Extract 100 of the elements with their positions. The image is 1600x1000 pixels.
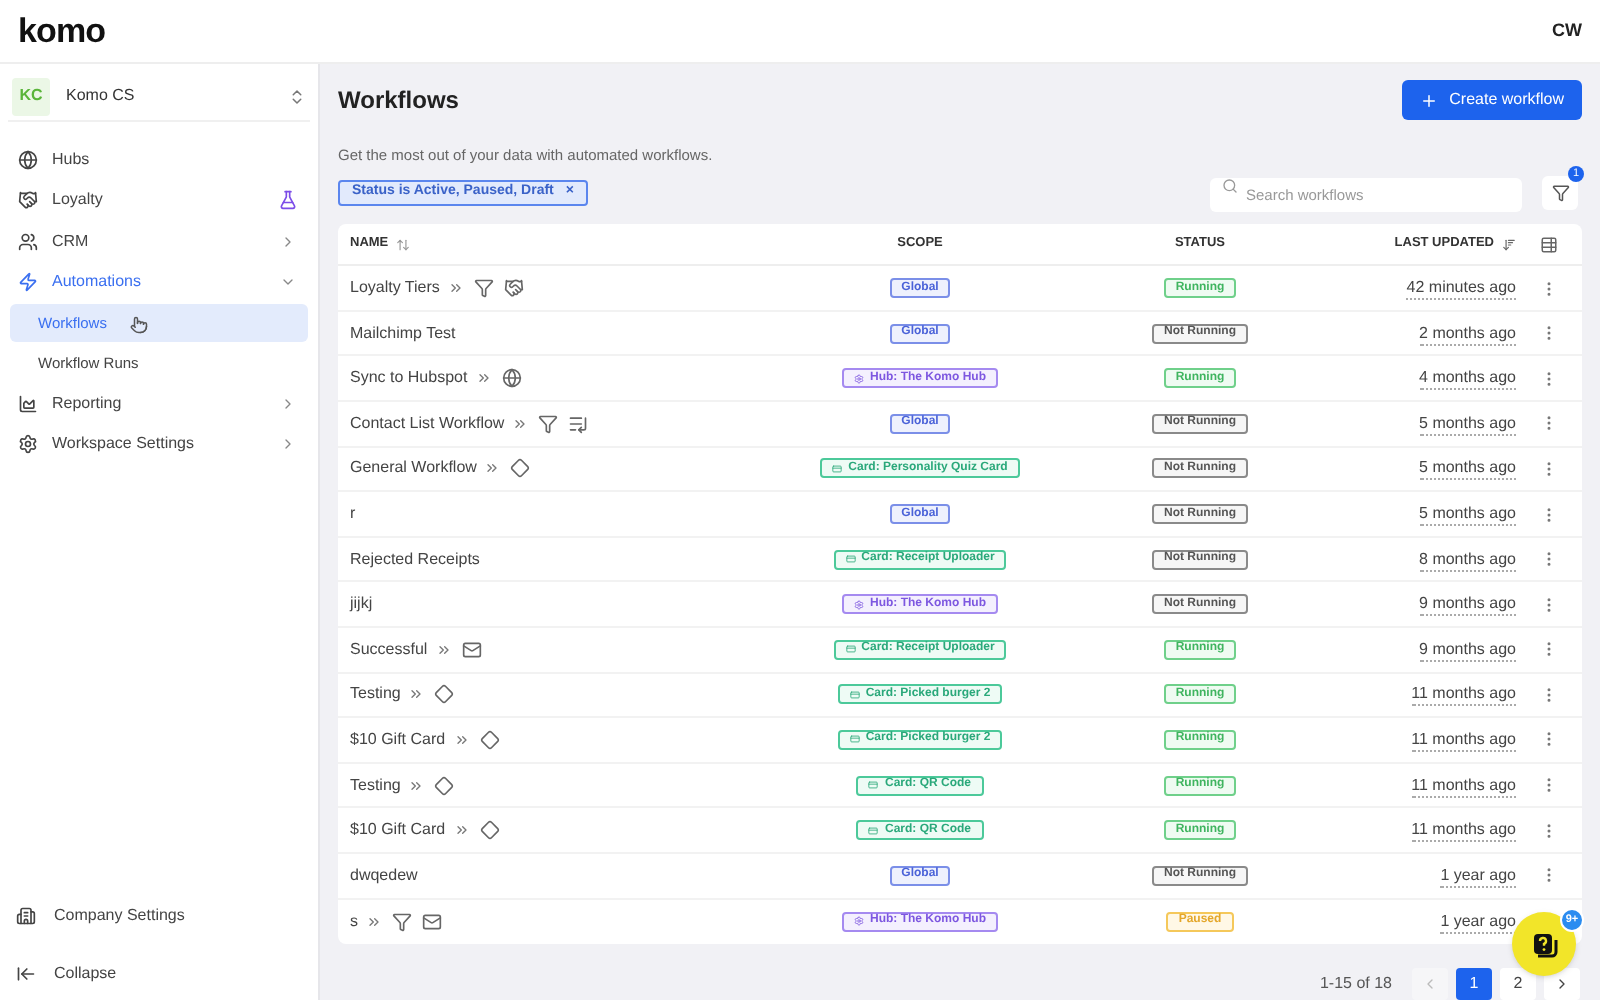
nav-item[interactable]: Workspace Settings xyxy=(0,423,318,465)
gear-icon xyxy=(854,373,864,384)
last-updated: 11 months ago xyxy=(1411,727,1516,752)
diamond-icon xyxy=(510,458,531,479)
workflow-name[interactable]: $10 Gift Card xyxy=(350,818,446,843)
chevrons-icon xyxy=(408,777,425,794)
page-title: Workflows xyxy=(338,84,459,118)
last-updated: 9 months ago xyxy=(1419,637,1516,662)
settings-icon xyxy=(18,434,38,454)
chat-help-icon xyxy=(1528,928,1560,960)
workflow-name[interactable]: Testing xyxy=(350,682,401,707)
diamond-icon xyxy=(479,820,500,841)
nav-item[interactable]: CRM xyxy=(0,221,318,262)
pagination-range: 1-15 of 18 xyxy=(1319,971,1392,995)
building-icon xyxy=(16,906,36,926)
last-updated: 11 months ago xyxy=(1411,818,1516,843)
card-icon xyxy=(849,734,860,745)
last-updated: 1 year ago xyxy=(1440,863,1516,888)
workflow-name[interactable]: Contact List Workflow xyxy=(350,411,505,436)
workflow-name[interactable]: s xyxy=(350,909,358,934)
funnel-icon xyxy=(392,911,412,932)
workflow-name[interactable]: dwqedew xyxy=(350,863,418,888)
page-button[interactable]: 2 xyxy=(1500,967,1536,999)
flask-icon xyxy=(278,190,298,211)
funnel-icon xyxy=(473,278,494,299)
create-workflow-button[interactable]: Create workflow xyxy=(1401,80,1582,120)
table-settings-icon[interactable] xyxy=(1540,235,1558,254)
chevrons-icon xyxy=(435,641,452,658)
lightning-icon xyxy=(18,272,38,293)
globe-icon xyxy=(18,150,38,171)
globe-icon xyxy=(501,368,522,389)
sidebar-footer-item[interactable]: Collapse xyxy=(0,954,318,994)
card-icon xyxy=(849,689,860,700)
collapse-icon xyxy=(16,964,36,984)
nav-item[interactable]: Hubs xyxy=(0,140,318,181)
workflow-name[interactable]: Mailchimp Test xyxy=(350,321,456,346)
nav-item[interactable]: Reporting xyxy=(0,383,318,424)
updown-icon xyxy=(288,87,306,105)
sort-icon xyxy=(1502,237,1516,252)
workflow-name[interactable]: General Workflow xyxy=(350,456,477,481)
chevrons-icon xyxy=(408,686,425,703)
workflow-name[interactable]: Rejected Receipts xyxy=(350,547,480,572)
page-button[interactable]: 1 xyxy=(1456,967,1492,999)
last-updated: 8 months ago xyxy=(1419,547,1516,572)
workflow-name[interactable]: Testing xyxy=(350,773,401,798)
gear-icon xyxy=(854,916,864,927)
chart-icon xyxy=(18,393,38,414)
filter-button[interactable] xyxy=(1542,175,1578,210)
chevrons-icon xyxy=(484,460,501,477)
workflow-name[interactable]: Loyalty Tiers xyxy=(350,276,440,301)
last-updated: 11 months ago xyxy=(1411,773,1516,798)
sort-icon xyxy=(396,237,411,252)
nav-item[interactable]: Loyalty xyxy=(0,180,318,222)
nav-item[interactable]: Automations xyxy=(0,261,318,303)
chevron-right-icon xyxy=(280,395,296,412)
cursor-icon xyxy=(130,315,148,334)
workflow-name[interactable]: r xyxy=(350,502,356,527)
user-initials[interactable]: CW xyxy=(1552,17,1582,45)
funnel-icon xyxy=(538,413,559,434)
last-updated: 5 months ago xyxy=(1419,411,1516,436)
workspace-selector[interactable]: KC Komo CS xyxy=(8,72,310,122)
chevron-right-icon xyxy=(280,436,296,452)
last-updated: 5 months ago xyxy=(1419,502,1516,527)
chevron-left-icon xyxy=(1422,975,1438,991)
chevrons-icon xyxy=(453,731,470,748)
funnel-icon xyxy=(1551,183,1569,202)
card-icon xyxy=(832,463,843,474)
plus-icon xyxy=(1419,91,1438,109)
list-icon xyxy=(568,413,589,434)
workflow-name[interactable]: $10 Gift Card xyxy=(350,727,446,752)
last-updated: 11 months ago xyxy=(1411,682,1516,707)
workflow-name[interactable]: Successful xyxy=(350,637,428,662)
chevron-right-icon xyxy=(1554,975,1570,991)
diamond-icon xyxy=(434,684,455,705)
chevrons-icon xyxy=(366,913,382,930)
mail-icon xyxy=(461,639,482,660)
chevrons-icon xyxy=(475,370,492,387)
handshake-icon xyxy=(18,190,38,211)
chevrons-icon xyxy=(453,822,470,839)
last-updated: 5 months ago xyxy=(1419,456,1516,481)
handshake-icon xyxy=(503,278,524,299)
logo: komo xyxy=(18,9,106,54)
last-updated: 9 months ago xyxy=(1419,592,1516,617)
workflow-name[interactable]: jijkj xyxy=(350,592,373,617)
mail-icon xyxy=(422,911,442,932)
card-icon xyxy=(868,780,879,791)
card-icon xyxy=(868,825,879,836)
gear-icon xyxy=(854,599,864,610)
users-icon xyxy=(18,231,38,252)
workspace-avatar: KC xyxy=(12,77,50,115)
workflow-name[interactable]: Sync to Hubspot xyxy=(350,366,468,391)
last-updated: 2 months ago xyxy=(1419,321,1516,346)
card-icon xyxy=(845,554,856,565)
sidebar-footer-item[interactable]: Company Settings xyxy=(0,896,318,936)
chevron-right-icon xyxy=(280,233,296,250)
chevrons-icon xyxy=(447,280,464,297)
last-updated: 4 months ago xyxy=(1419,366,1516,391)
last-updated: 42 minutes ago xyxy=(1406,276,1516,301)
diamond-icon xyxy=(434,775,455,796)
card-icon xyxy=(845,644,856,655)
